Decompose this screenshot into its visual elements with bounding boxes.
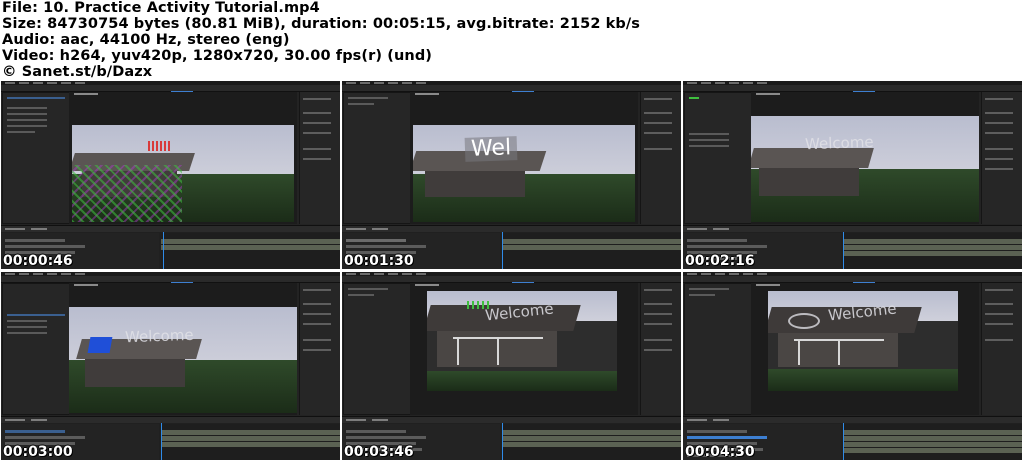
project-panel [343, 92, 411, 224]
project-panel [684, 92, 752, 224]
copyright: © Sanet.st/b/Dazx [2, 64, 153, 80]
composition-viewer[interactable]: Welcome [69, 283, 297, 415]
file-info-header: File: 10. Practice Activity Tutorial.mp4… [2, 0, 1022, 80]
timestamp: 00:04:30 [685, 444, 755, 460]
tracker-points [467, 301, 491, 309]
effects-panel [981, 283, 1022, 415]
thumbnail-2[interactable]: Wel 00:01:30 [342, 81, 681, 269]
thumbnail-grid: 00:00:46 Wel 00:01:30 Welcome 00:02:16 W… [0, 81, 1024, 463]
video-frame [72, 125, 294, 222]
solid-layer [87, 337, 113, 353]
video-frame: Welcome [427, 291, 617, 391]
tracker-red-points [148, 141, 170, 151]
toolbar [342, 276, 681, 284]
timestamp: 00:02:16 [685, 253, 755, 269]
project-panel [343, 283, 411, 415]
text-layer: Welcome [124, 325, 194, 347]
effects-panel [299, 283, 340, 415]
text-layer: Wel [464, 135, 518, 162]
logo-layer [788, 313, 820, 329]
file-name: File: 10. Practice Activity Tutorial.mp4 [2, 0, 320, 16]
file-size-duration: Size: 84730754 bytes (80.81 MiB), durati… [2, 16, 641, 32]
timestamp: 00:03:00 [3, 444, 73, 460]
project-panel [2, 283, 70, 415]
audio-info: Audio: aac, 44100 Hz, stereo (eng) [2, 32, 290, 48]
project-panel [684, 283, 752, 415]
toolbar [683, 85, 1022, 93]
effect-controls-panel [2, 92, 70, 224]
toolbar [683, 276, 1022, 284]
current-time-indicator[interactable] [163, 232, 164, 269]
effects-panel [640, 283, 681, 415]
effects-panel [640, 92, 681, 224]
video-frame: Welcome [751, 116, 979, 222]
current-time-indicator[interactable] [161, 423, 162, 460]
timestamp: 00:00:46 [3, 253, 73, 269]
current-time-indicator[interactable] [502, 232, 503, 269]
timestamp: 00:03:46 [344, 444, 414, 460]
video-frame: Welcome [768, 291, 958, 391]
current-time-indicator[interactable] [843, 232, 844, 269]
toolbar [1, 276, 340, 284]
timestamp: 00:01:30 [344, 253, 414, 269]
video-info: Video: h264, yuv420p, 1280x720, 30.00 fp… [2, 48, 433, 64]
text-layer: Welcome [804, 132, 874, 154]
thumbnail-6[interactable]: Welcome 00:04:30 [683, 272, 1022, 460]
thumbnail-1[interactable]: 00:00:46 [1, 81, 340, 269]
current-time-indicator[interactable] [843, 423, 844, 460]
composition-viewer[interactable]: Welcome [410, 283, 638, 415]
effects-panel [981, 92, 1022, 224]
video-frame: Wel [413, 125, 635, 222]
composition-viewer[interactable]: Welcome [751, 92, 979, 224]
video-frame: Welcome [69, 307, 297, 413]
toolbar [1, 85, 340, 93]
thumbnail-4[interactable]: Welcome 00:03:00 [1, 272, 340, 460]
current-time-indicator[interactable] [502, 423, 503, 460]
effects-panel [299, 92, 340, 224]
composition-viewer[interactable]: Wel [410, 92, 638, 224]
thumbnail-3[interactable]: Welcome 00:02:16 [683, 81, 1022, 269]
composition-viewer[interactable] [69, 92, 297, 224]
thumbnail-5[interactable]: Welcome 00:03:46 [342, 272, 681, 460]
track-points [72, 165, 182, 222]
composition-viewer[interactable]: Welcome [751, 283, 979, 415]
toolbar [342, 85, 681, 93]
